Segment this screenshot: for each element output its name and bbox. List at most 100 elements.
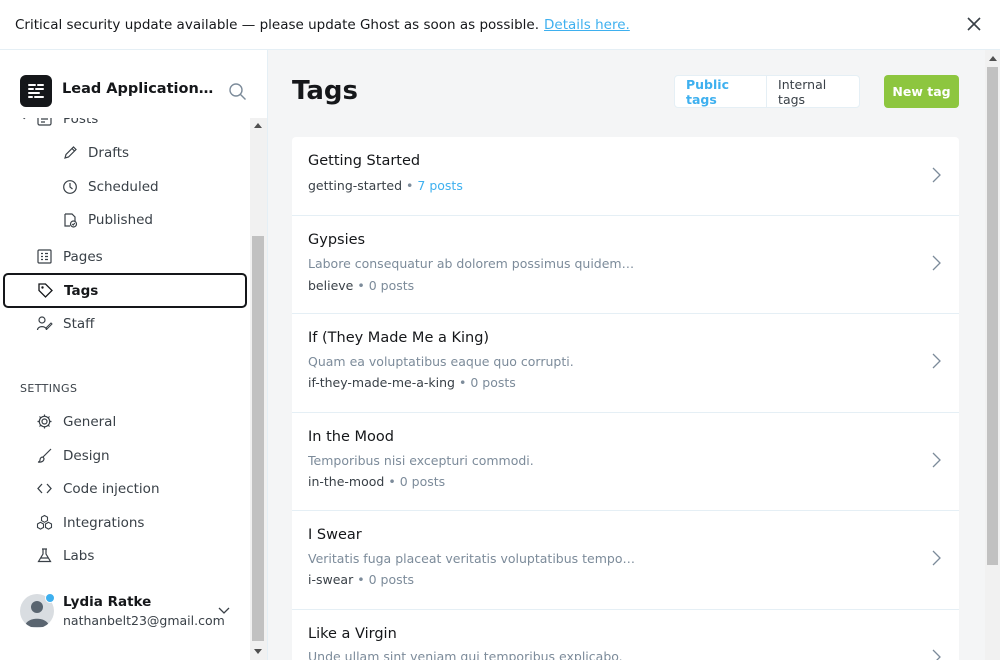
sidebar-item-label: Labs: [63, 547, 95, 564]
sidebar-item-label: Staff: [63, 315, 95, 332]
scroll-up-arrow-icon[interactable]: [989, 56, 997, 61]
code-icon: [37, 483, 52, 494]
new-tag-button[interactable]: New tag: [884, 75, 959, 108]
page-title: Tags: [292, 76, 359, 106]
separator-dot: •: [388, 474, 396, 489]
tag-name: If (They Made Me a King): [308, 330, 490, 346]
separator-dot: •: [357, 278, 365, 293]
settings-section-title: SETTINGS: [20, 382, 78, 395]
sidebar-item-label: Scheduled: [88, 179, 159, 195]
tag-description: Temporibus nisi excepturi commodi.: [308, 453, 534, 468]
tag-post-count[interactable]: 7 posts: [417, 178, 462, 193]
tag-meta: believe • 0 posts: [308, 278, 414, 293]
site-logo[interactable]: [20, 75, 52, 107]
tag-row[interactable]: Getting Started getting-started • 7 posts: [292, 137, 959, 216]
brush-icon: [37, 448, 52, 463]
sidebar-item-integrations[interactable]: Integrations: [36, 514, 144, 531]
sidebar-item-label: Drafts: [88, 145, 130, 161]
tag-row[interactable]: I Swear Veritatis fuga placeat veritatis…: [292, 511, 959, 610]
close-icon[interactable]: [965, 15, 983, 33]
scroll-down-arrow-icon[interactable]: [254, 649, 262, 654]
notification-dot: [45, 593, 55, 603]
tag-row[interactable]: In the Mood Temporibus nisi excepturi co…: [292, 413, 959, 511]
sidebar-item-code-injection[interactable]: Code injection: [36, 480, 160, 497]
sidebar-item-tags[interactable]: Tags: [3, 273, 247, 308]
main-scroll-thumb[interactable]: [987, 67, 998, 565]
tag-row[interactable]: Gypsies Labore consequatur ab dolorem po…: [292, 216, 959, 314]
chevron-right-icon: [932, 649, 941, 660]
main-scrollbar[interactable]: [985, 50, 1000, 660]
tag-description: Quam ea voluptatibus eaque quo corrupti.: [308, 354, 574, 369]
sidebar-item-staff[interactable]: Staff: [36, 315, 94, 332]
sidebar-item-label: Integrations: [63, 514, 145, 531]
tag-icon: [38, 283, 53, 298]
tag-post-count: 0 posts: [399, 474, 446, 489]
tag-description: Veritatis fuga placeat veritatis volupta…: [308, 551, 638, 566]
tag-meta: if-they-made-me-a-king • 0 posts: [308, 375, 516, 390]
sidebar-item-published[interactable]: Published: [62, 212, 153, 228]
tab-public-tags[interactable]: Public tags: [675, 76, 768, 107]
tag-post-count: 0 posts: [470, 375, 516, 390]
pencil-icon: [64, 146, 77, 159]
tag-slug: i-swear: [308, 572, 354, 587]
sidebar-item-general[interactable]: General: [36, 413, 116, 430]
sidebar-scroll-thumb[interactable]: [252, 236, 264, 641]
tag-row[interactable]: Like a Virgin Unde ullam sint veniam qui…: [292, 610, 959, 660]
sidebar-item-scheduled[interactable]: Scheduled: [62, 179, 159, 195]
tab-internal-tags[interactable]: Internal tags: [767, 76, 859, 107]
user-name: Lydia Ratke: [63, 594, 152, 610]
chevron-right-icon: [932, 255, 941, 271]
sidebar-item-design[interactable]: Design: [36, 447, 110, 464]
tag-slug: getting-started: [308, 178, 403, 193]
update-banner: Critical security update available — ple…: [0, 0, 1000, 50]
published-icon: [64, 213, 78, 228]
integrations-icon: [36, 514, 53, 530]
chevron-right-icon: [932, 452, 941, 468]
tag-post-count: 0 posts: [368, 278, 415, 293]
separator-dot: •: [459, 375, 467, 390]
chevron-right-icon: [932, 353, 941, 369]
tag-name: Getting Started: [308, 153, 421, 169]
chevron-right-icon: [932, 550, 941, 566]
sidebar-item-labs[interactable]: Labs: [36, 547, 94, 564]
tag-name: Gypsies: [308, 232, 366, 248]
sidebar-nav: Posts Drafts Scheduled Published Pages T…: [0, 50, 250, 660]
sidebar-item-label: General: [63, 413, 117, 430]
sidebar: Posts Drafts Scheduled Published Pages T…: [0, 50, 268, 660]
tag-slug: believe: [308, 278, 354, 293]
flask-icon: [37, 548, 52, 563]
tag-name: In the Mood: [308, 429, 394, 445]
tag-description: Unde ullam sint veniam qui temporibus ex…: [308, 649, 623, 660]
staff-icon: [36, 316, 53, 331]
scroll-up-arrow-icon[interactable]: [254, 123, 262, 128]
ghost-logo-icon: [28, 84, 44, 98]
tag-meta: in-the-mood • 0 posts: [308, 474, 445, 489]
tag-meta: i-swear • 0 posts: [308, 572, 414, 587]
separator-dot: •: [406, 178, 414, 193]
sidebar-item-pages[interactable]: Pages: [36, 248, 103, 265]
site-title[interactable]: Lead Applications for Developers: [62, 81, 214, 97]
tag-row[interactable]: If (They Made Me a King) Quam ea volupta…: [292, 314, 959, 413]
tag-name: Like a Virgin: [308, 626, 397, 642]
sidebar-header: Lead Applications for Developers: [0, 50, 250, 118]
banner-details-link[interactable]: Details here.: [544, 17, 630, 33]
tag-type-filter: Public tags Internal tags: [674, 75, 860, 108]
user-email: nathanbelt23@gmail.com: [63, 613, 225, 628]
tag-meta: getting-started • 7 posts: [308, 178, 463, 193]
search-icon[interactable]: [228, 82, 248, 102]
pages-icon: [37, 249, 52, 264]
separator-dot: •: [357, 572, 365, 587]
chevron-down-icon[interactable]: [217, 603, 231, 617]
banner-message: Critical security update available — ple…: [15, 16, 540, 33]
sidebar-item-label: Pages: [63, 248, 103, 265]
main-content: Tags Public tags Internal tags New tag G…: [268, 50, 1000, 660]
tag-slug: in-the-mood: [308, 474, 385, 489]
sidebar-item-label: Code injection: [63, 480, 160, 497]
sidebar-item-drafts[interactable]: Drafts: [62, 145, 129, 161]
user-menu[interactable]: Lydia Ratke nathanbelt23@gmail.com: [20, 592, 250, 632]
tag-description: Labore consequatur ab dolorem possimus q…: [308, 256, 638, 271]
gear-icon: [37, 414, 52, 429]
sidebar-item-label: Published: [88, 212, 153, 228]
tag-name: I Swear: [308, 527, 362, 543]
sidebar-scrollbar[interactable]: [250, 118, 267, 660]
